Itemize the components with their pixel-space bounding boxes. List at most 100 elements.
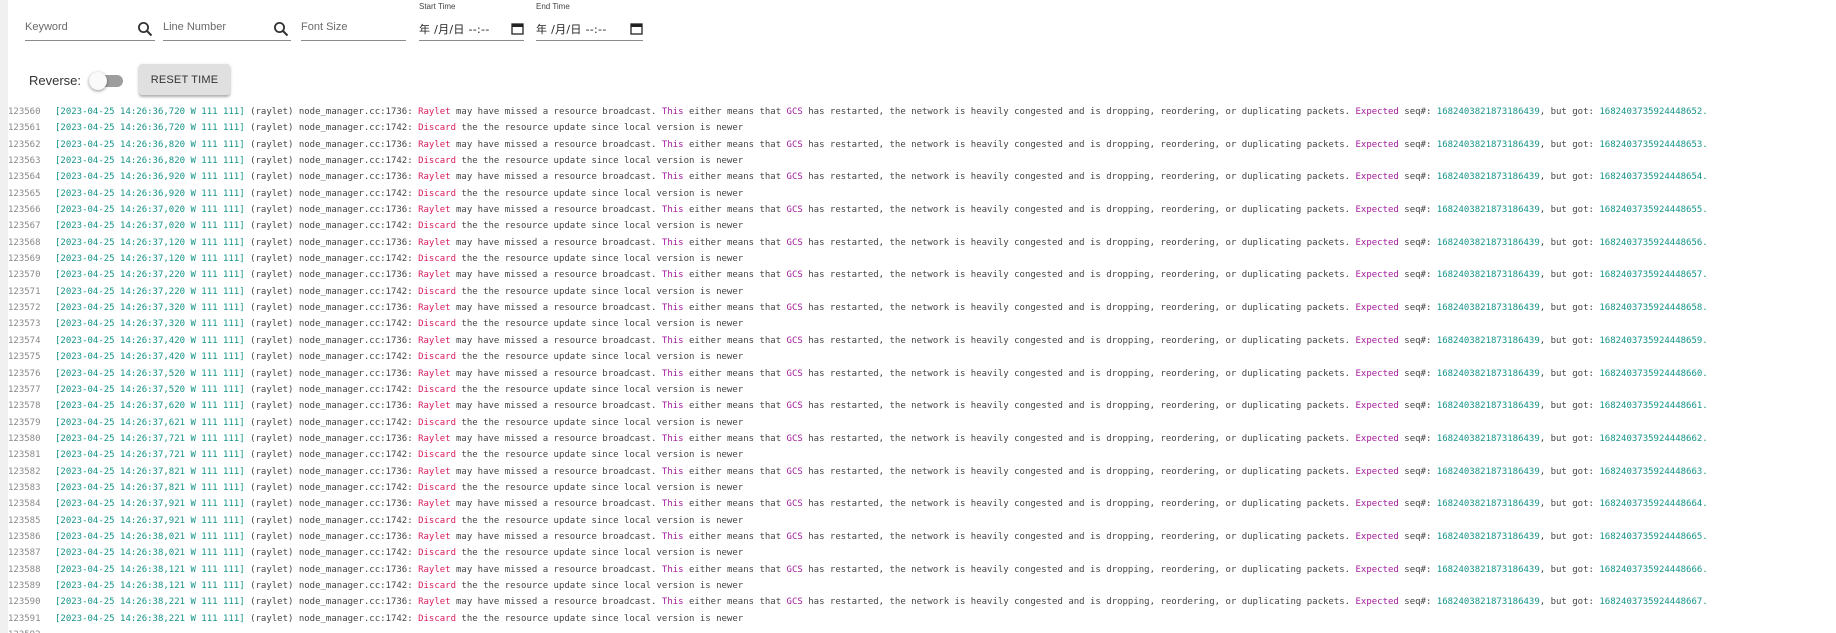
- log-keyword-expected: Expected: [1355, 597, 1399, 608]
- end-time-input[interactable]: End Time 年 /月/日 --:--: [536, 0, 643, 44]
- log-expected-seq: 1682403821873186439: [1436, 270, 1540, 281]
- log-keyword-raylet: Raylet: [418, 172, 451, 183]
- log-source: node_manager.cc:1736:: [298, 597, 419, 608]
- log-viewer[interactable]: 123560 [2023-04-25 14:26:36,720 W 111 111…: [0, 104, 1836, 633]
- log-keyword-this: This: [661, 433, 684, 444]
- log-keyword-expected: Expected: [1355, 335, 1399, 346]
- log-keyword-gcs: GCS: [786, 335, 803, 346]
- log-source: node_manager.cc:1742:: [298, 450, 419, 461]
- log-line: 123591 [2023-04-25 14:26:38,221 W 111 111…: [0, 611, 1836, 627]
- log-text: either means that: [683, 564, 787, 575]
- line-number: 123569: [8, 254, 41, 265]
- log-raylet-tag: (raylet): [244, 352, 299, 363]
- keyword-input[interactable]: Keyword: [25, 0, 155, 44]
- log-text: the the resource update since local vers…: [456, 482, 744, 493]
- log-line: 123572 [2023-04-25 14:26:37,320 W 111 111…: [0, 300, 1836, 316]
- search-icon[interactable]: [273, 21, 289, 37]
- log-text: either means that: [683, 335, 787, 346]
- calendar-icon[interactable]: [511, 22, 524, 35]
- log-source: node_manager.cc:1736:: [298, 237, 419, 248]
- line-number-input[interactable]: Line Number: [163, 0, 291, 44]
- line-number: 123589: [8, 580, 41, 591]
- log-text: either means that: [683, 237, 787, 248]
- log-keyword-this: This: [661, 335, 684, 346]
- log-raylet-tag: (raylet): [244, 482, 299, 493]
- line-number: 123562: [8, 139, 41, 150]
- log-keyword-gcs: GCS: [786, 499, 803, 510]
- log-keyword-expected: Expected: [1355, 237, 1399, 248]
- log-keyword-this: This: [661, 270, 684, 281]
- log-got-seq: 1682403735924448657.: [1599, 270, 1708, 281]
- log-source: node_manager.cc:1736:: [298, 303, 419, 314]
- start-time-value: 年 /月/日 --:--: [419, 23, 490, 36]
- calendar-icon[interactable]: [630, 22, 643, 35]
- log-text: either means that: [683, 303, 787, 314]
- log-keyword-raylet: Raylet: [418, 564, 451, 575]
- font-size-input[interactable]: Font Size: [301, 0, 406, 44]
- log-source: node_manager.cc:1742:: [298, 188, 419, 199]
- log-got-seq: 1682403735924448660.: [1599, 368, 1708, 379]
- log-keyword-gcs: GCS: [786, 597, 803, 608]
- reset-time-button[interactable]: RESET TIME: [139, 64, 230, 95]
- log-text: may have missed a resource broadcast.: [450, 466, 662, 477]
- line-number: 123567: [8, 221, 41, 232]
- search-icon[interactable]: [137, 21, 153, 37]
- log-keyword-discard: Discard: [418, 254, 456, 265]
- log-text: has restarted, the network is heavily co…: [802, 172, 1356, 183]
- log-source: node_manager.cc:1742:: [298, 548, 419, 559]
- start-time-underline: [419, 40, 524, 41]
- log-text: , but got:: [1539, 466, 1600, 477]
- log-keyword-raylet: Raylet: [418, 401, 451, 412]
- log-text: , but got:: [1539, 270, 1600, 281]
- log-text: seq#:: [1398, 270, 1437, 281]
- log-keyword-gcs: GCS: [786, 270, 803, 281]
- log-text: either means that: [683, 597, 787, 608]
- log-keyword-expected: Expected: [1355, 564, 1399, 575]
- line-number: 123588: [8, 564, 41, 575]
- reverse-toggle-thumb[interactable]: [89, 72, 107, 90]
- log-keyword-discard: Discard: [418, 482, 456, 493]
- log-text: , but got:: [1539, 499, 1600, 510]
- log-text: may have missed a resource broadcast.: [450, 433, 662, 444]
- log-raylet-tag: (raylet): [244, 335, 299, 346]
- log-text: the the resource update since local vers…: [456, 384, 744, 395]
- start-time-label: Start Time: [419, 2, 456, 11]
- log-timestamp: [2023-04-25 14:26:37,420 W 111 111]: [55, 352, 245, 363]
- log-text: either means that: [683, 499, 787, 510]
- log-timestamp: [2023-04-25 14:26:37,721 W 111 111]: [55, 450, 245, 461]
- log-raylet-tag: (raylet): [244, 237, 299, 248]
- log-text: either means that: [683, 270, 787, 281]
- log-text: seq#:: [1398, 368, 1437, 379]
- log-text: , but got:: [1539, 368, 1600, 379]
- log-line: 123562 [2023-04-25 14:26:36,820 W 111 111…: [0, 137, 1836, 153]
- log-got-seq: 1682403735924448656.: [1599, 237, 1708, 248]
- log-source: node_manager.cc:1742:: [298, 156, 419, 167]
- log-raylet-tag: (raylet): [244, 417, 299, 428]
- log-timestamp: [2023-04-25 14:26:37,520 W 111 111]: [55, 368, 245, 379]
- log-timestamp: [2023-04-25 14:26:38,021 W 111 111]: [55, 548, 245, 559]
- line-number: 123575: [8, 352, 41, 363]
- log-source: node_manager.cc:1736:: [298, 270, 419, 281]
- log-keyword-raylet: Raylet: [418, 466, 451, 477]
- log-keyword-discard: Discard: [418, 580, 456, 591]
- log-got-seq: 1682403735924448652.: [1599, 107, 1708, 117]
- reverse-label: Reverse:: [29, 73, 82, 88]
- reverse-toggle[interactable]: [89, 72, 123, 90]
- start-time-input[interactable]: Start Time 年 /月/日 --:--: [419, 0, 524, 44]
- log-expected-seq: 1682403821873186439: [1436, 531, 1540, 542]
- log-timestamp: [2023-04-25 14:26:38,121 W 111 111]: [55, 564, 245, 575]
- log-line: 123569 [2023-04-25 14:26:37,120 W 111 111…: [0, 251, 1836, 267]
- log-text: the the resource update since local vers…: [456, 417, 744, 428]
- log-raylet-tag: (raylet): [244, 368, 299, 379]
- log-timestamp: [2023-04-25 14:26:38,221 W 111 111]: [55, 613, 245, 624]
- log-expected-seq: 1682403821873186439: [1436, 237, 1540, 248]
- log-line: 123561 [2023-04-25 14:26:36,720 W 111 111…: [0, 120, 1836, 136]
- log-line: 123588 [2023-04-25 14:26:38,121 W 111 111…: [0, 562, 1836, 578]
- log-text: seq#:: [1398, 139, 1437, 150]
- log-source: node_manager.cc:1736:: [298, 401, 419, 412]
- log-keyword-gcs: GCS: [786, 237, 803, 248]
- log-line: 123590 [2023-04-25 14:26:38,221 W 111 111…: [0, 594, 1836, 610]
- log-text: either means that: [683, 466, 787, 477]
- log-raylet-tag: (raylet): [244, 384, 299, 395]
- log-timestamp: [2023-04-25 14:26:36,920 W 111 111]: [55, 172, 245, 183]
